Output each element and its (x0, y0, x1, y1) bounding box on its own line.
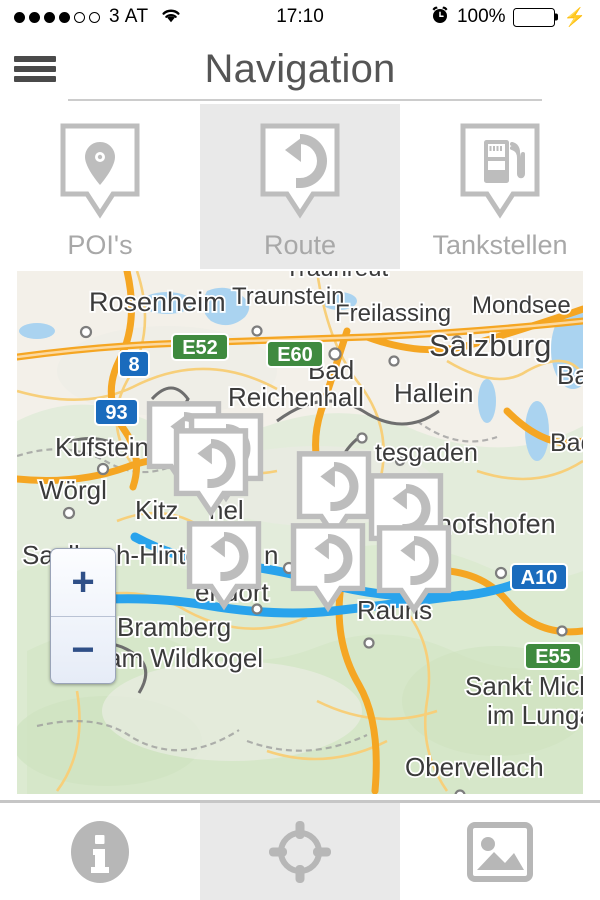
map-place-label: Traunreut (285, 271, 388, 282)
map-place-label: Reichenhall (228, 382, 364, 412)
locate-button[interactable] (200, 803, 400, 900)
road-shield: E55 (524, 642, 582, 670)
map-place-label: im Lunga (487, 700, 583, 730)
map-place-label: Rosenheim (89, 287, 226, 317)
signal-strength-dots (14, 11, 100, 23)
zoom-out-button[interactable]: − (51, 617, 115, 684)
map-place-label: hofshofen (437, 509, 556, 539)
alarm-clock-icon (430, 5, 450, 30)
app-header: Navigation (0, 34, 600, 104)
tab-label-pois: POI's (67, 230, 133, 260)
map-place-label: Bad (550, 429, 583, 457)
road-shield-label: 93 (105, 402, 127, 424)
road-shield: A10 (510, 563, 568, 591)
map-place-label: n (264, 540, 278, 570)
map-pin-marker-icon (60, 123, 140, 219)
category-tab-strip: POI's Route Tankstellen (0, 104, 600, 269)
map-place-label: Traunstein (232, 283, 345, 310)
crosshair-locate-icon (269, 820, 331, 883)
signal-dot (89, 11, 100, 23)
map-place-label: Mondsee (472, 292, 571, 319)
tab-route[interactable]: Route (200, 104, 400, 269)
battery-icon (512, 7, 555, 27)
route-marker-pin[interactable] (375, 523, 453, 618)
header-divider (68, 99, 542, 101)
carrier-label: 3 AT (109, 6, 149, 27)
road-shield-label: A10 (521, 567, 558, 589)
map-place-label: Freilassing (335, 300, 451, 327)
route-marker-pin[interactable] (172, 426, 250, 521)
road-shield-label: E52 (182, 337, 218, 359)
map-place-label: Ba (557, 360, 583, 390)
road-shield: E52 (171, 333, 229, 361)
map-place-label: Wörgl (39, 475, 107, 505)
tab-label-tankstellen: Tankstellen (432, 230, 568, 260)
tab-label-route: Route (263, 230, 337, 260)
road-shield-label: 8 (128, 354, 139, 376)
zoom-in-button[interactable]: + (51, 549, 115, 617)
signal-dot (44, 11, 55, 23)
info-circle-icon (71, 820, 129, 883)
signal-dot (14, 11, 25, 23)
route-marker-pin[interactable] (185, 519, 263, 614)
status-bar: 3 AT 17:10 100% ⚡ (0, 0, 600, 34)
map-place-label: tesgaden (375, 439, 478, 467)
hamburger-menu-icon[interactable] (14, 54, 56, 84)
bottom-toolbar (0, 800, 600, 900)
photo-gallery-icon (467, 821, 533, 882)
map-place-label: Obervellach (405, 752, 544, 782)
map-place-label: am Wildkogel (107, 643, 263, 673)
map-place-label: Salzburg (429, 328, 551, 363)
road-shield: 8 (118, 350, 150, 378)
road-shield: 93 (94, 398, 139, 426)
road-shield-label: E60 (277, 344, 313, 366)
fuel-pump-icon (460, 123, 540, 219)
map-view[interactable]: RosenheimTraunsteinTraunreut Freilassing M… (17, 271, 583, 794)
signal-dot (59, 11, 70, 23)
road-shield-label: E55 (535, 646, 571, 668)
info-button[interactable] (0, 803, 200, 900)
battery-percentage: 100% (456, 6, 506, 27)
road-shield: E60 (266, 340, 324, 368)
map-place-label: Bramberg (117, 612, 231, 642)
map-container: RosenheimTraunsteinTraunreut Freilassing M… (0, 269, 600, 796)
map-place-label: Sankt Micha (465, 671, 583, 701)
route-marker-pin[interactable] (289, 521, 367, 616)
lightning-bolt-icon: ⚡ (563, 7, 586, 27)
u-turn-arrow-icon (260, 123, 340, 219)
signal-dot (29, 11, 40, 23)
status-bar-left: 3 AT (14, 6, 183, 29)
map-place-label: Hallein (394, 378, 474, 408)
map-zoom-control: + − (50, 548, 116, 684)
gallery-button[interactable] (400, 803, 600, 900)
signal-dot (74, 11, 85, 23)
wifi-icon (159, 6, 183, 29)
status-bar-right: 100% ⚡ (430, 5, 586, 30)
map-place-label: Kufstein (55, 432, 149, 462)
tab-tankstellen[interactable]: Tankstellen (400, 104, 600, 269)
tab-pois[interactable]: POI's (0, 104, 200, 269)
page-title: Navigation (204, 46, 396, 91)
